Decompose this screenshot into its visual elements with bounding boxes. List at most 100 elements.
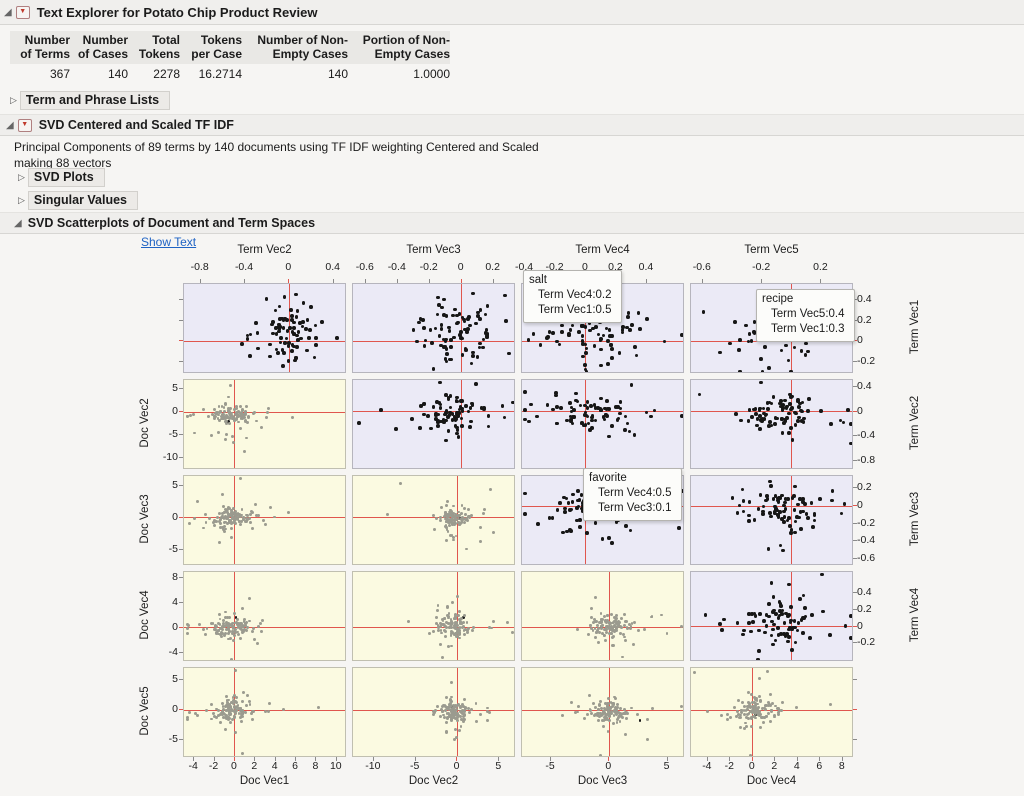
data-point[interactable] xyxy=(254,321,258,325)
data-point[interactable] xyxy=(810,501,814,505)
data-point[interactable] xyxy=(492,531,495,534)
data-point[interactable] xyxy=(290,349,294,353)
data-point[interactable] xyxy=(233,612,236,615)
data-point[interactable] xyxy=(204,633,207,636)
data-point[interactable] xyxy=(789,426,793,430)
data-point[interactable] xyxy=(202,628,205,631)
data-point[interactable] xyxy=(767,602,771,606)
data-point[interactable] xyxy=(610,356,614,360)
data-point[interactable] xyxy=(609,628,612,631)
data-point[interactable] xyxy=(806,409,810,413)
data-point[interactable] xyxy=(482,512,485,515)
data-point[interactable] xyxy=(616,721,619,724)
data-point[interactable] xyxy=(663,340,667,344)
data-point[interactable] xyxy=(447,530,450,533)
data-point[interactable] xyxy=(736,621,740,625)
data-point[interactable] xyxy=(243,450,246,453)
data-point[interactable] xyxy=(196,500,199,503)
data-point[interactable] xyxy=(188,711,191,714)
data-point[interactable] xyxy=(594,406,598,410)
data-point[interactable] xyxy=(240,720,243,723)
data-point[interactable] xyxy=(601,624,604,627)
data-point[interactable] xyxy=(597,333,601,337)
data-point[interactable] xyxy=(469,420,473,424)
outline-header-svd-scatterplots[interactable]: ◢ SVD Scatterplots of Document and Term … xyxy=(0,212,1024,234)
data-point[interactable] xyxy=(804,353,808,357)
disclosure-expanded-icon[interactable]: ◢ xyxy=(4,7,12,18)
data-point[interactable] xyxy=(593,618,596,621)
data-point[interactable] xyxy=(245,405,248,408)
data-point[interactable] xyxy=(291,416,294,419)
data-point[interactable] xyxy=(760,419,764,423)
data-point[interactable] xyxy=(801,497,805,501)
data-point[interactable] xyxy=(444,439,448,443)
data-point[interactable] xyxy=(574,399,578,403)
data-point[interactable] xyxy=(567,501,571,505)
data-point[interactable] xyxy=(460,424,464,428)
data-point[interactable] xyxy=(471,292,475,296)
scatter-cell-termvec2-vs-termvec5[interactable] xyxy=(690,379,853,469)
scatter-cell-docvec3-vs-docvec1[interactable] xyxy=(183,475,346,565)
data-point[interactable] xyxy=(254,503,257,506)
data-point[interactable] xyxy=(523,492,527,496)
data-point[interactable] xyxy=(471,354,475,358)
scatter-cell-termvec1-vs-termvec3[interactable] xyxy=(352,283,515,373)
data-point[interactable] xyxy=(456,719,459,722)
data-point[interactable] xyxy=(604,639,607,642)
data-point[interactable] xyxy=(635,354,639,358)
data-point[interactable] xyxy=(778,614,782,618)
data-point[interactable] xyxy=(295,345,299,349)
data-point[interactable] xyxy=(563,510,567,514)
data-point[interactable] xyxy=(680,414,684,418)
data-point[interactable] xyxy=(486,710,489,713)
data-point[interactable] xyxy=(478,317,482,321)
data-point[interactable] xyxy=(296,309,300,313)
data-point[interactable] xyxy=(450,681,453,684)
data-point[interactable] xyxy=(759,700,762,703)
data-point[interactable] xyxy=(774,639,778,643)
data-point[interactable] xyxy=(753,707,756,710)
data-point[interactable] xyxy=(568,528,572,532)
data-point[interactable] xyxy=(788,524,792,528)
data-point[interactable] xyxy=(771,628,775,632)
data-point[interactable] xyxy=(294,356,298,360)
data-point[interactable] xyxy=(223,521,226,524)
data-point[interactable] xyxy=(693,671,696,674)
data-point[interactable] xyxy=(796,503,800,507)
data-point[interactable] xyxy=(820,573,824,577)
data-point[interactable] xyxy=(523,408,527,412)
data-point[interactable] xyxy=(740,709,743,712)
data-point[interactable] xyxy=(456,704,459,707)
data-point[interactable] xyxy=(742,499,746,503)
data-point[interactable] xyxy=(630,323,634,327)
data-point[interactable] xyxy=(762,407,766,411)
data-point[interactable] xyxy=(765,613,769,617)
data-point[interactable] xyxy=(464,513,467,516)
data-point[interactable] xyxy=(198,623,201,626)
scatter-cell-docvec5-vs-docvec2[interactable] xyxy=(352,667,515,757)
data-point[interactable] xyxy=(241,508,244,511)
data-point[interactable] xyxy=(444,411,448,415)
data-point[interactable] xyxy=(790,528,794,532)
data-point[interactable] xyxy=(637,311,641,315)
data-point[interactable] xyxy=(306,318,310,322)
data-point[interactable] xyxy=(609,343,613,347)
data-point[interactable] xyxy=(585,531,589,535)
data-point[interactable] xyxy=(252,710,255,713)
data-point[interactable] xyxy=(467,508,470,511)
data-point[interactable] xyxy=(226,522,229,525)
data-point[interactable] xyxy=(434,709,437,712)
data-point[interactable] xyxy=(601,632,604,635)
data-point[interactable] xyxy=(729,716,732,719)
data-point[interactable] xyxy=(241,752,244,755)
data-point[interactable] xyxy=(770,581,774,585)
data-point[interactable] xyxy=(799,527,803,531)
data-point[interactable] xyxy=(791,626,795,630)
data-point[interactable] xyxy=(632,643,635,646)
data-point[interactable] xyxy=(779,602,783,606)
data-point[interactable] xyxy=(489,488,492,491)
data-point[interactable] xyxy=(465,548,468,551)
data-point[interactable] xyxy=(623,428,627,432)
data-point[interactable] xyxy=(602,334,606,338)
data-point[interactable] xyxy=(307,336,311,340)
